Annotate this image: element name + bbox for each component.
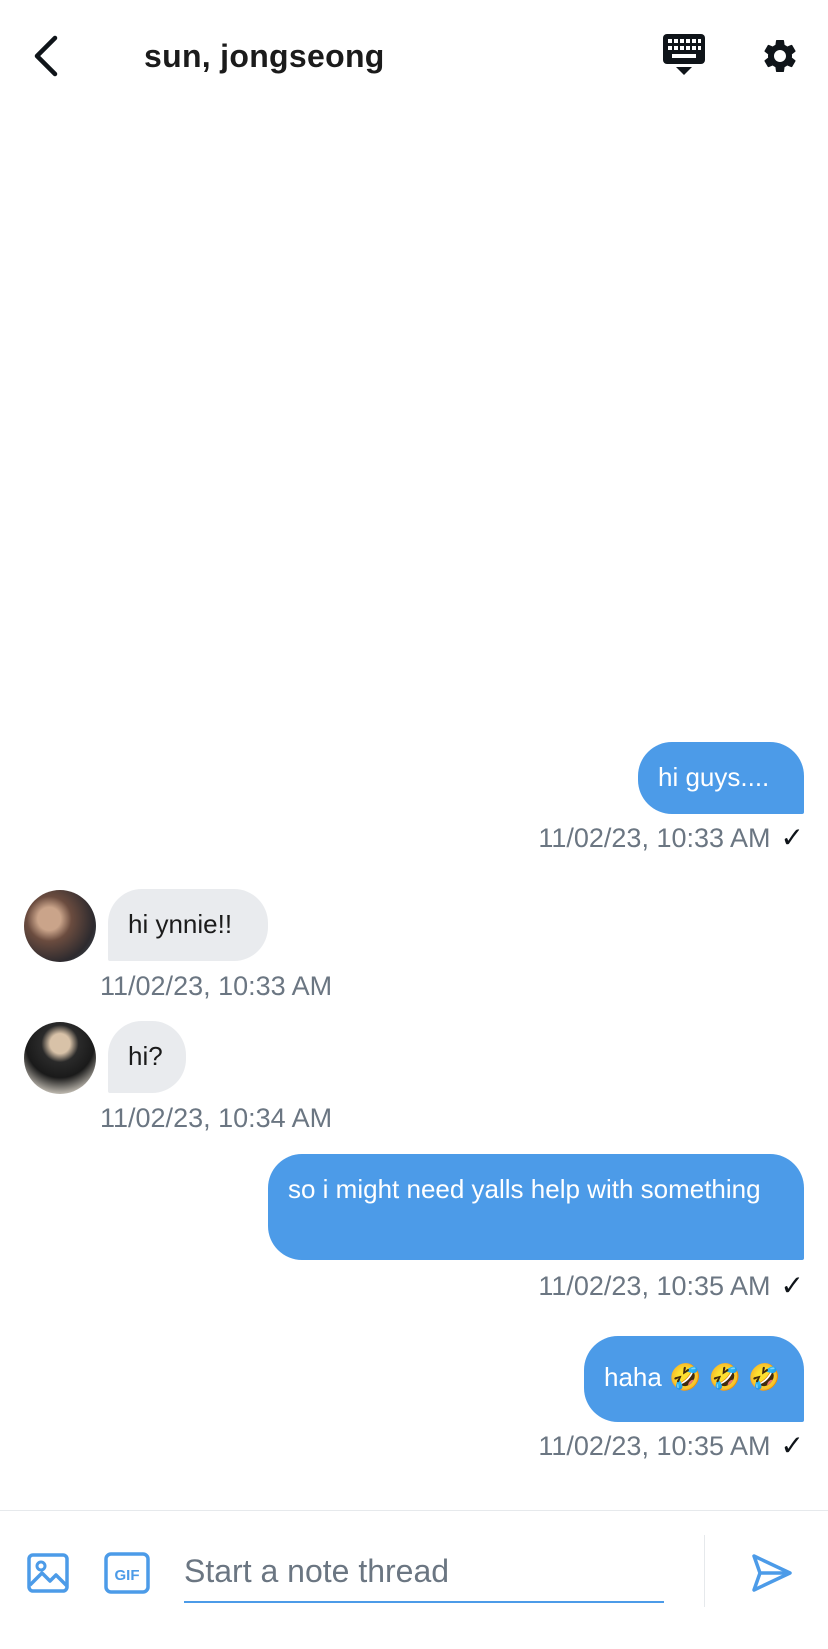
back-button[interactable] <box>22 28 70 84</box>
message-text: haha 🤣 🤣 🤣 <box>604 1362 781 1392</box>
add-photo-button[interactable] <box>26 1551 70 1595</box>
send-button[interactable] <box>750 1551 794 1595</box>
message-meta: 11/02/23, 10:33 AM ✓ <box>538 822 804 854</box>
keyboard-shortcuts-button[interactable] <box>660 32 708 84</box>
conversation-title: sun, jongseong <box>144 38 385 74</box>
message-text: hi ynnie!! <box>128 909 233 939</box>
conversation-header: sun, jongseong <box>0 0 828 112</box>
gif-icon: GIF <box>104 1552 150 1594</box>
message-bubble-outgoing[interactable]: so i might need yalls help with somethin… <box>268 1154 804 1260</box>
message-text: hi? <box>128 1041 163 1071</box>
message-timestamp: 11/02/23, 10:34 AM <box>100 1103 333 1133</box>
avatar[interactable] <box>24 890 96 962</box>
image-icon <box>27 1553 69 1593</box>
message-timestamp: 11/02/23, 10:35 AM <box>538 1271 771 1301</box>
message-bubble-incoming[interactable]: hi? <box>108 1021 186 1093</box>
message-bubble-outgoing[interactable]: hi guys.... <box>638 742 804 814</box>
add-gif-button[interactable]: GIF <box>104 1551 150 1595</box>
message-timestamp: 11/02/23, 10:33 AM <box>538 823 771 853</box>
gif-label: GIF <box>115 1567 140 1584</box>
message-text: so i might need yalls help with somethin… <box>288 1174 761 1204</box>
message-meta: 11/02/23, 10:35 AM ✓ <box>538 1430 804 1462</box>
message-composer: GIF <box>0 1510 828 1649</box>
message-bubble-incoming[interactable]: hi ynnie!! <box>108 889 268 961</box>
message-bubble-outgoing[interactable]: haha 🤣 🤣 🤣 <box>584 1336 804 1422</box>
message-meta: 11/02/23, 10:35 AM ✓ <box>538 1270 804 1302</box>
composer-divider <box>704 1535 705 1607</box>
chevron-left-icon <box>34 35 58 77</box>
message-timestamp: 11/02/23, 10:33 AM <box>100 971 333 1001</box>
avatar[interactable] <box>24 1022 96 1094</box>
note-thread-input-wrapper <box>184 1541 664 1603</box>
message-timestamp: 11/02/23, 10:35 AM <box>538 1431 771 1461</box>
conversation-settings-button[interactable] <box>756 32 804 80</box>
sent-check-icon: ✓ <box>780 1430 804 1461</box>
sent-check-icon: ✓ <box>780 822 804 853</box>
gear-icon <box>764 39 796 72</box>
note-thread-input[interactable] <box>184 1541 664 1601</box>
sent-check-icon: ✓ <box>780 1270 804 1301</box>
send-icon <box>752 1554 792 1592</box>
message-text: hi guys.... <box>658 762 770 792</box>
keyboard-icon <box>663 34 705 75</box>
